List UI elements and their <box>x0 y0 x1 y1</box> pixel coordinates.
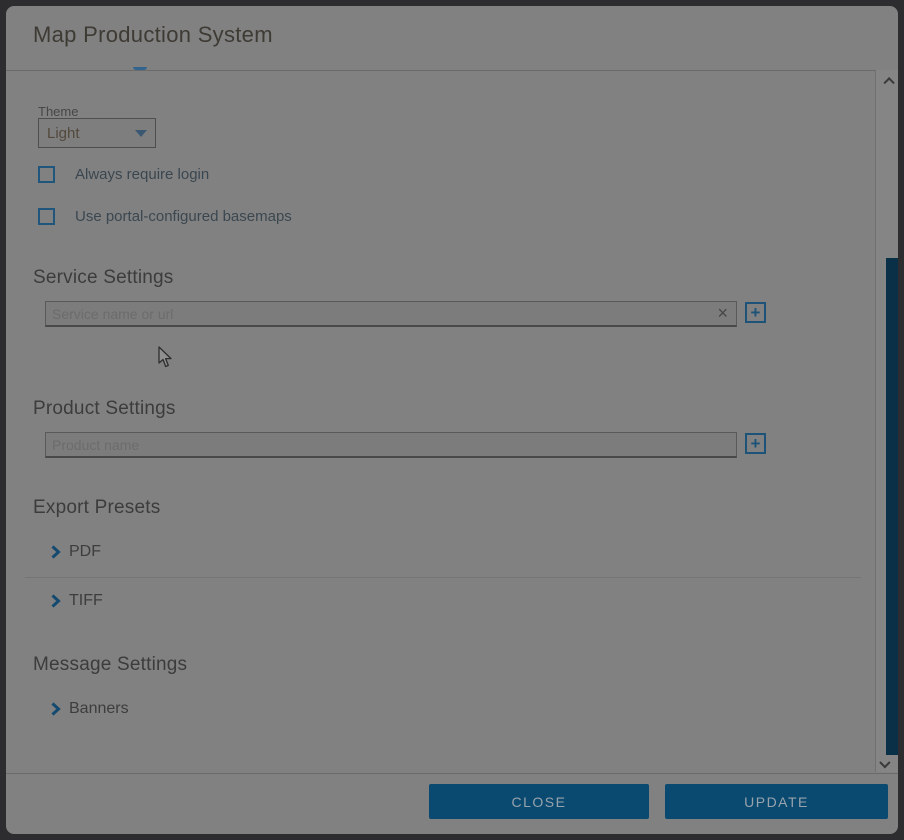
footer-divider <box>6 773 898 774</box>
product-settings-heading: Product Settings <box>33 398 176 420</box>
divider <box>25 577 861 578</box>
checkbox-label: Use portal-configured basemaps <box>75 208 292 226</box>
scroll-up-arrow-icon[interactable] <box>883 78 892 87</box>
scroll-down-arrow-icon[interactable] <box>883 758 892 767</box>
clear-icon[interactable]: × <box>717 303 728 323</box>
theme-selected-value: Light <box>47 125 135 142</box>
scroll-viewport-top-edge <box>6 70 898 71</box>
vertical-scrollbar[interactable] <box>875 70 898 772</box>
expander-label: Banners <box>69 700 129 718</box>
dialog-title: Map Production System <box>33 22 273 48</box>
chevron-right-icon <box>50 594 61 608</box>
expander-banners[interactable]: Banners <box>50 700 129 718</box>
theme-select[interactable]: Light <box>38 118 156 148</box>
message-settings-heading: Message Settings <box>33 654 187 676</box>
product-name-input[interactable] <box>45 432 737 458</box>
scrollbar-thumb[interactable] <box>886 258 898 755</box>
mouse-cursor-icon <box>158 346 174 368</box>
product-input-wrapper <box>45 432 737 458</box>
chevron-down-icon <box>135 130 147 137</box>
scrolled-out-element-remnant <box>133 67 147 70</box>
screen: Map Production System Theme Light Always… <box>0 0 904 840</box>
add-product-button[interactable]: + <box>745 433 766 454</box>
checkbox-portal-basemaps[interactable] <box>38 208 55 225</box>
checkbox-label: Always require login <box>75 166 209 184</box>
add-service-button[interactable]: + <box>745 302 766 323</box>
expander-tiff[interactable]: TIFF <box>50 592 103 610</box>
close-button[interactable]: CLOSE <box>429 784 649 819</box>
theme-label: Theme <box>38 104 78 119</box>
expander-label: PDF <box>69 543 101 561</box>
service-name-input[interactable] <box>45 301 737 327</box>
service-settings-heading: Service Settings <box>33 267 174 289</box>
map-production-system-dialog: Map Production System Theme Light Always… <box>6 6 898 834</box>
checkbox-always-require-login[interactable] <box>38 166 55 183</box>
chevron-right-icon <box>50 545 61 559</box>
service-input-wrapper: × <box>45 301 737 327</box>
update-button[interactable]: UPDATE <box>665 784 888 819</box>
chevron-right-icon <box>50 702 61 716</box>
expander-label: TIFF <box>69 592 103 610</box>
export-presets-heading: Export Presets <box>33 497 160 519</box>
expander-pdf[interactable]: PDF <box>50 543 101 561</box>
